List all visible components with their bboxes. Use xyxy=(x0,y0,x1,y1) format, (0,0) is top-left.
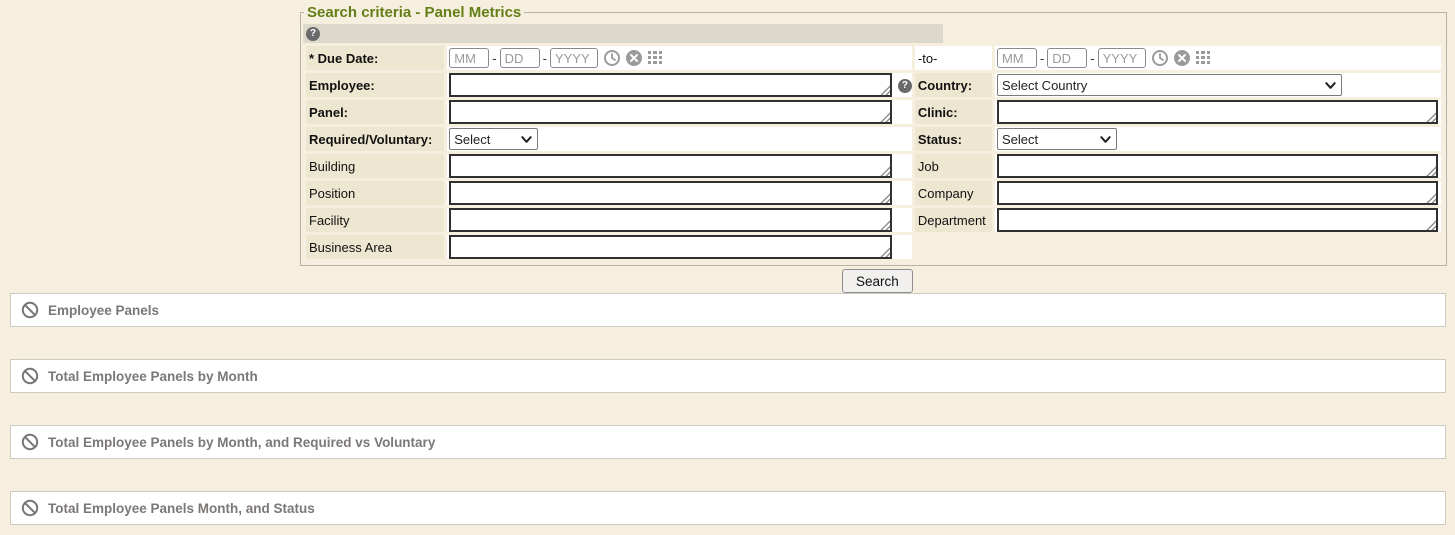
form-help-bar: ? xyxy=(303,24,943,43)
status-select[interactable]: Select xyxy=(997,128,1117,150)
row-building-job: Building Job xyxy=(306,154,1441,178)
country-label: Country: xyxy=(915,73,992,97)
date-separator: - xyxy=(1040,51,1044,66)
building-field-cell xyxy=(447,154,912,178)
due-date-to-label: -to- xyxy=(915,46,992,70)
company-input[interactable] xyxy=(997,181,1438,205)
required-voluntary-field-cell: Select xyxy=(447,127,912,151)
due-date-to-cell: - - xyxy=(995,46,1441,70)
employee-input[interactable] xyxy=(449,73,892,97)
calendar-icon[interactable] xyxy=(647,50,663,66)
job-label: Job xyxy=(915,154,992,178)
facility-field-cell xyxy=(447,208,912,232)
department-label: Department xyxy=(915,208,992,232)
section-title: Employee Panels xyxy=(48,303,159,318)
due-date-label: * Due Date: xyxy=(306,46,444,70)
job-field-cell xyxy=(995,154,1441,178)
clinic-input[interactable] xyxy=(997,100,1438,124)
country-select[interactable]: Select Country xyxy=(997,74,1342,96)
row-due-date: * Due Date: - - xyxy=(306,46,1441,70)
date-separator: - xyxy=(1090,51,1094,66)
due-date-from-day-input[interactable] xyxy=(500,48,540,68)
employee-label: Employee: xyxy=(306,73,444,97)
date-separator: - xyxy=(543,51,547,66)
calendar-icon[interactable] xyxy=(1195,50,1211,66)
required-voluntary-select[interactable]: Select xyxy=(449,128,538,150)
business-area-input[interactable] xyxy=(449,235,892,259)
due-date-from-year-input[interactable] xyxy=(550,48,598,68)
department-input[interactable] xyxy=(997,208,1438,232)
section-total-panels-month-status[interactable]: Total Employee Panels Month, and Status xyxy=(10,491,1446,525)
position-input[interactable] xyxy=(449,181,892,205)
due-date-to-day-input[interactable] xyxy=(1047,48,1087,68)
business-area-label: Business Area xyxy=(306,235,444,259)
panel-label: Panel: xyxy=(306,100,444,124)
no-data-icon xyxy=(21,301,39,319)
clear-date-icon[interactable] xyxy=(1174,50,1190,66)
section-title: Total Employee Panels Month, and Status xyxy=(48,501,315,516)
empty-cell xyxy=(915,235,992,259)
date-separator: - xyxy=(492,51,496,66)
building-label: Building xyxy=(306,154,444,178)
facility-label: Facility xyxy=(306,208,444,232)
facility-input[interactable] xyxy=(449,208,892,232)
row-position-company: Position Company xyxy=(306,181,1441,205)
clear-date-icon[interactable] xyxy=(626,50,642,66)
clinic-field-cell xyxy=(995,100,1441,124)
row-facility-department: Facility Department xyxy=(306,208,1441,232)
row-panel-clinic: Panel: Clinic: xyxy=(306,100,1441,124)
section-total-panels-by-month[interactable]: Total Employee Panels by Month xyxy=(10,359,1446,393)
row-required-status: Required/Voluntary: Select Status: Selec… xyxy=(306,127,1441,151)
panel-field-cell xyxy=(447,100,912,124)
status-field-cell: Select xyxy=(995,127,1441,151)
position-label: Position xyxy=(306,181,444,205)
section-title: Total Employee Panels by Month, and Requ… xyxy=(48,435,435,450)
due-date-to-year-input[interactable] xyxy=(1098,48,1146,68)
empty-cell xyxy=(995,235,1441,259)
due-date-to-month-input[interactable] xyxy=(997,48,1037,68)
no-data-icon xyxy=(21,433,39,451)
clinic-label: Clinic: xyxy=(915,100,992,124)
building-input[interactable] xyxy=(449,154,892,178)
due-date-from-cell: - - xyxy=(447,46,912,70)
status-label: Status: xyxy=(915,127,992,151)
business-area-field-cell xyxy=(447,235,912,259)
employee-field-cell: ? xyxy=(447,73,912,97)
job-input[interactable] xyxy=(997,154,1438,178)
employee-help-icon[interactable]: ? xyxy=(898,79,912,93)
position-field-cell xyxy=(447,181,912,205)
section-employee-panels[interactable]: Employee Panels xyxy=(10,293,1446,327)
search-criteria-panel: Search criteria - Panel Metrics ? * Due … xyxy=(300,4,1447,266)
search-button[interactable]: Search xyxy=(842,269,913,293)
country-field-cell: Select Country xyxy=(995,73,1441,97)
search-criteria-legend: Search criteria - Panel Metrics xyxy=(304,4,524,21)
no-data-icon xyxy=(21,499,39,517)
row-business-area: Business Area xyxy=(306,235,1441,259)
clock-icon[interactable] xyxy=(603,49,621,67)
due-date-from-month-input[interactable] xyxy=(449,48,489,68)
help-icon[interactable]: ? xyxy=(306,27,320,41)
no-data-icon xyxy=(21,367,39,385)
clock-icon[interactable] xyxy=(1151,49,1169,67)
company-field-cell xyxy=(995,181,1441,205)
search-criteria-table: * Due Date: - - xyxy=(303,43,1444,262)
department-field-cell xyxy=(995,208,1441,232)
company-label: Company xyxy=(915,181,992,205)
row-employee-country: Employee: ? Country: Select Country xyxy=(306,73,1441,97)
required-voluntary-label: Required/Voluntary: xyxy=(306,127,444,151)
section-title: Total Employee Panels by Month xyxy=(48,369,258,384)
section-total-panels-required-vs-voluntary[interactable]: Total Employee Panels by Month, and Requ… xyxy=(10,425,1446,459)
panel-input[interactable] xyxy=(449,100,892,124)
